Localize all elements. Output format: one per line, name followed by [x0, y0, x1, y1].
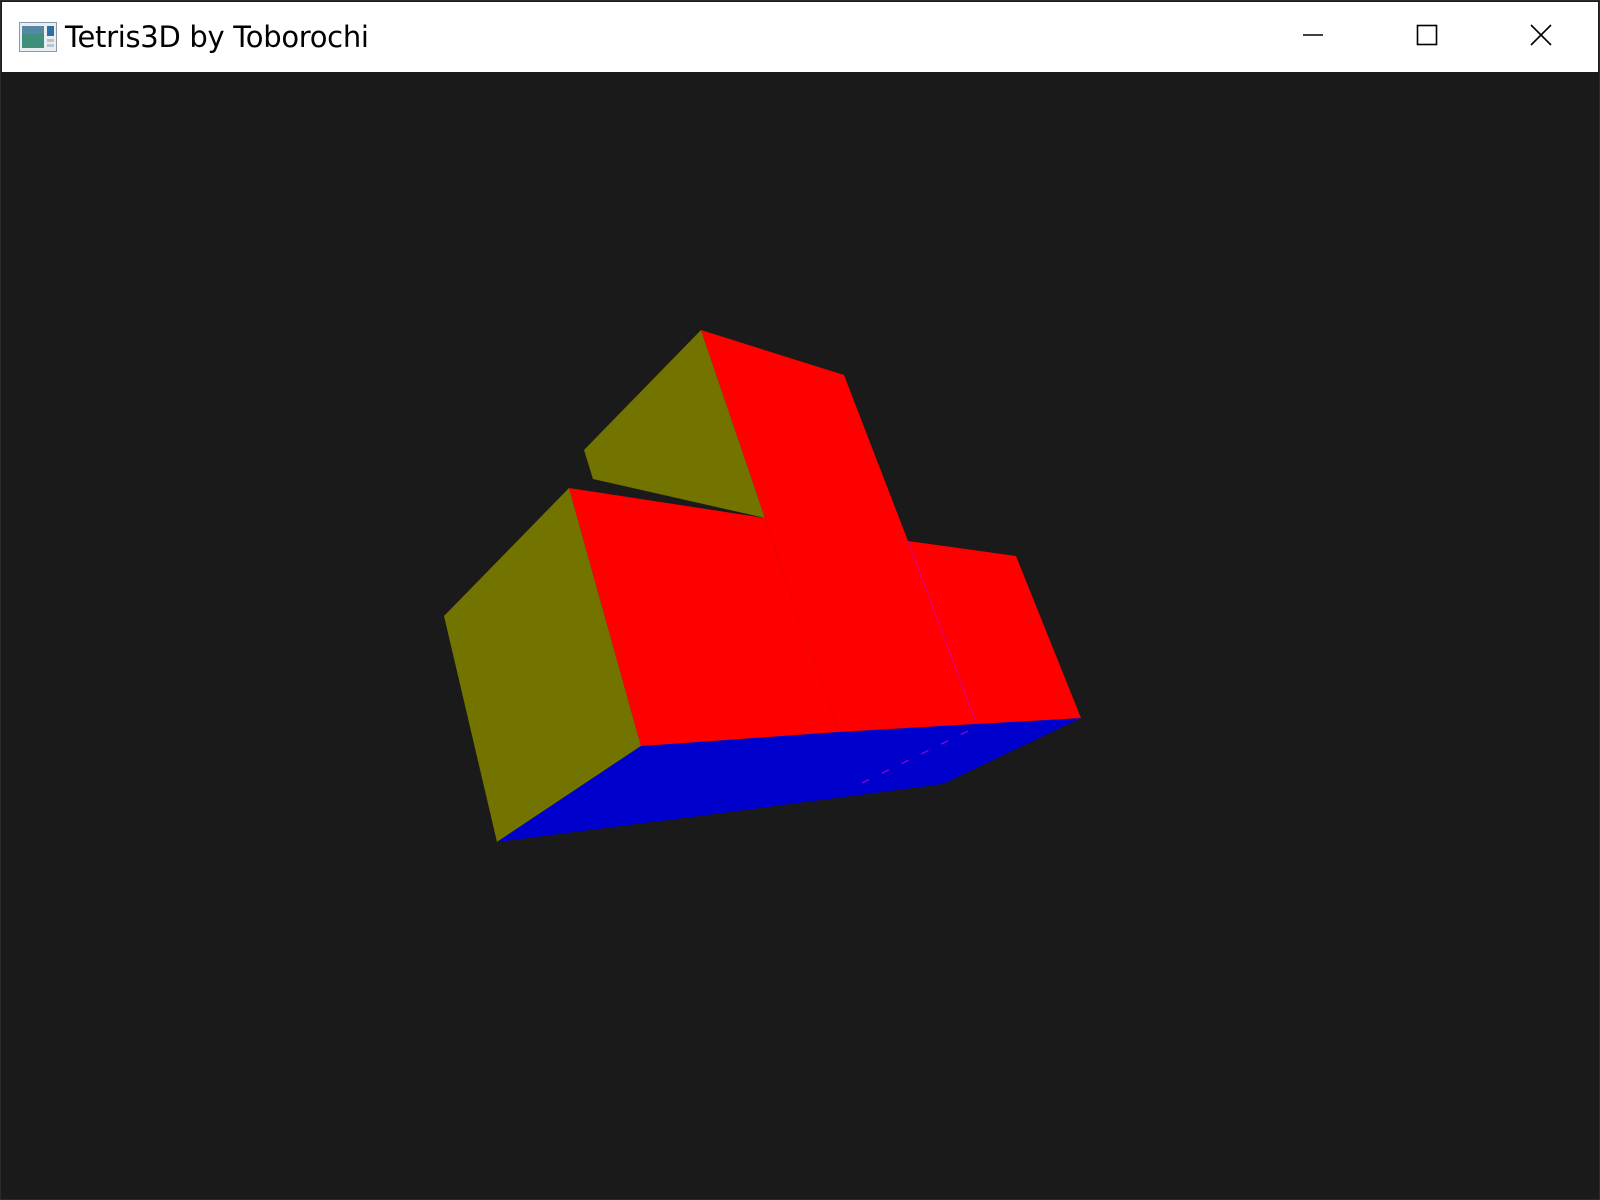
close-button[interactable]: [1484, 2, 1598, 72]
window-controls: [1256, 2, 1598, 72]
app-window-icon: [19, 22, 57, 52]
tetromino-render: [444, 330, 1081, 842]
minimize-icon: [1302, 24, 1324, 50]
window-title: Tetris3D by Toborochi: [65, 20, 369, 54]
app-window: Tetris3D by Toborochi: [0, 0, 1600, 1200]
title-bar[interactable]: Tetris3D by Toborochi: [2, 2, 1598, 72]
minimize-button[interactable]: [1256, 2, 1370, 72]
game-viewport[interactable]: [2, 72, 1598, 1198]
maximize-button[interactable]: [1370, 2, 1484, 72]
close-icon: [1529, 23, 1553, 51]
maximize-icon: [1416, 24, 1438, 50]
